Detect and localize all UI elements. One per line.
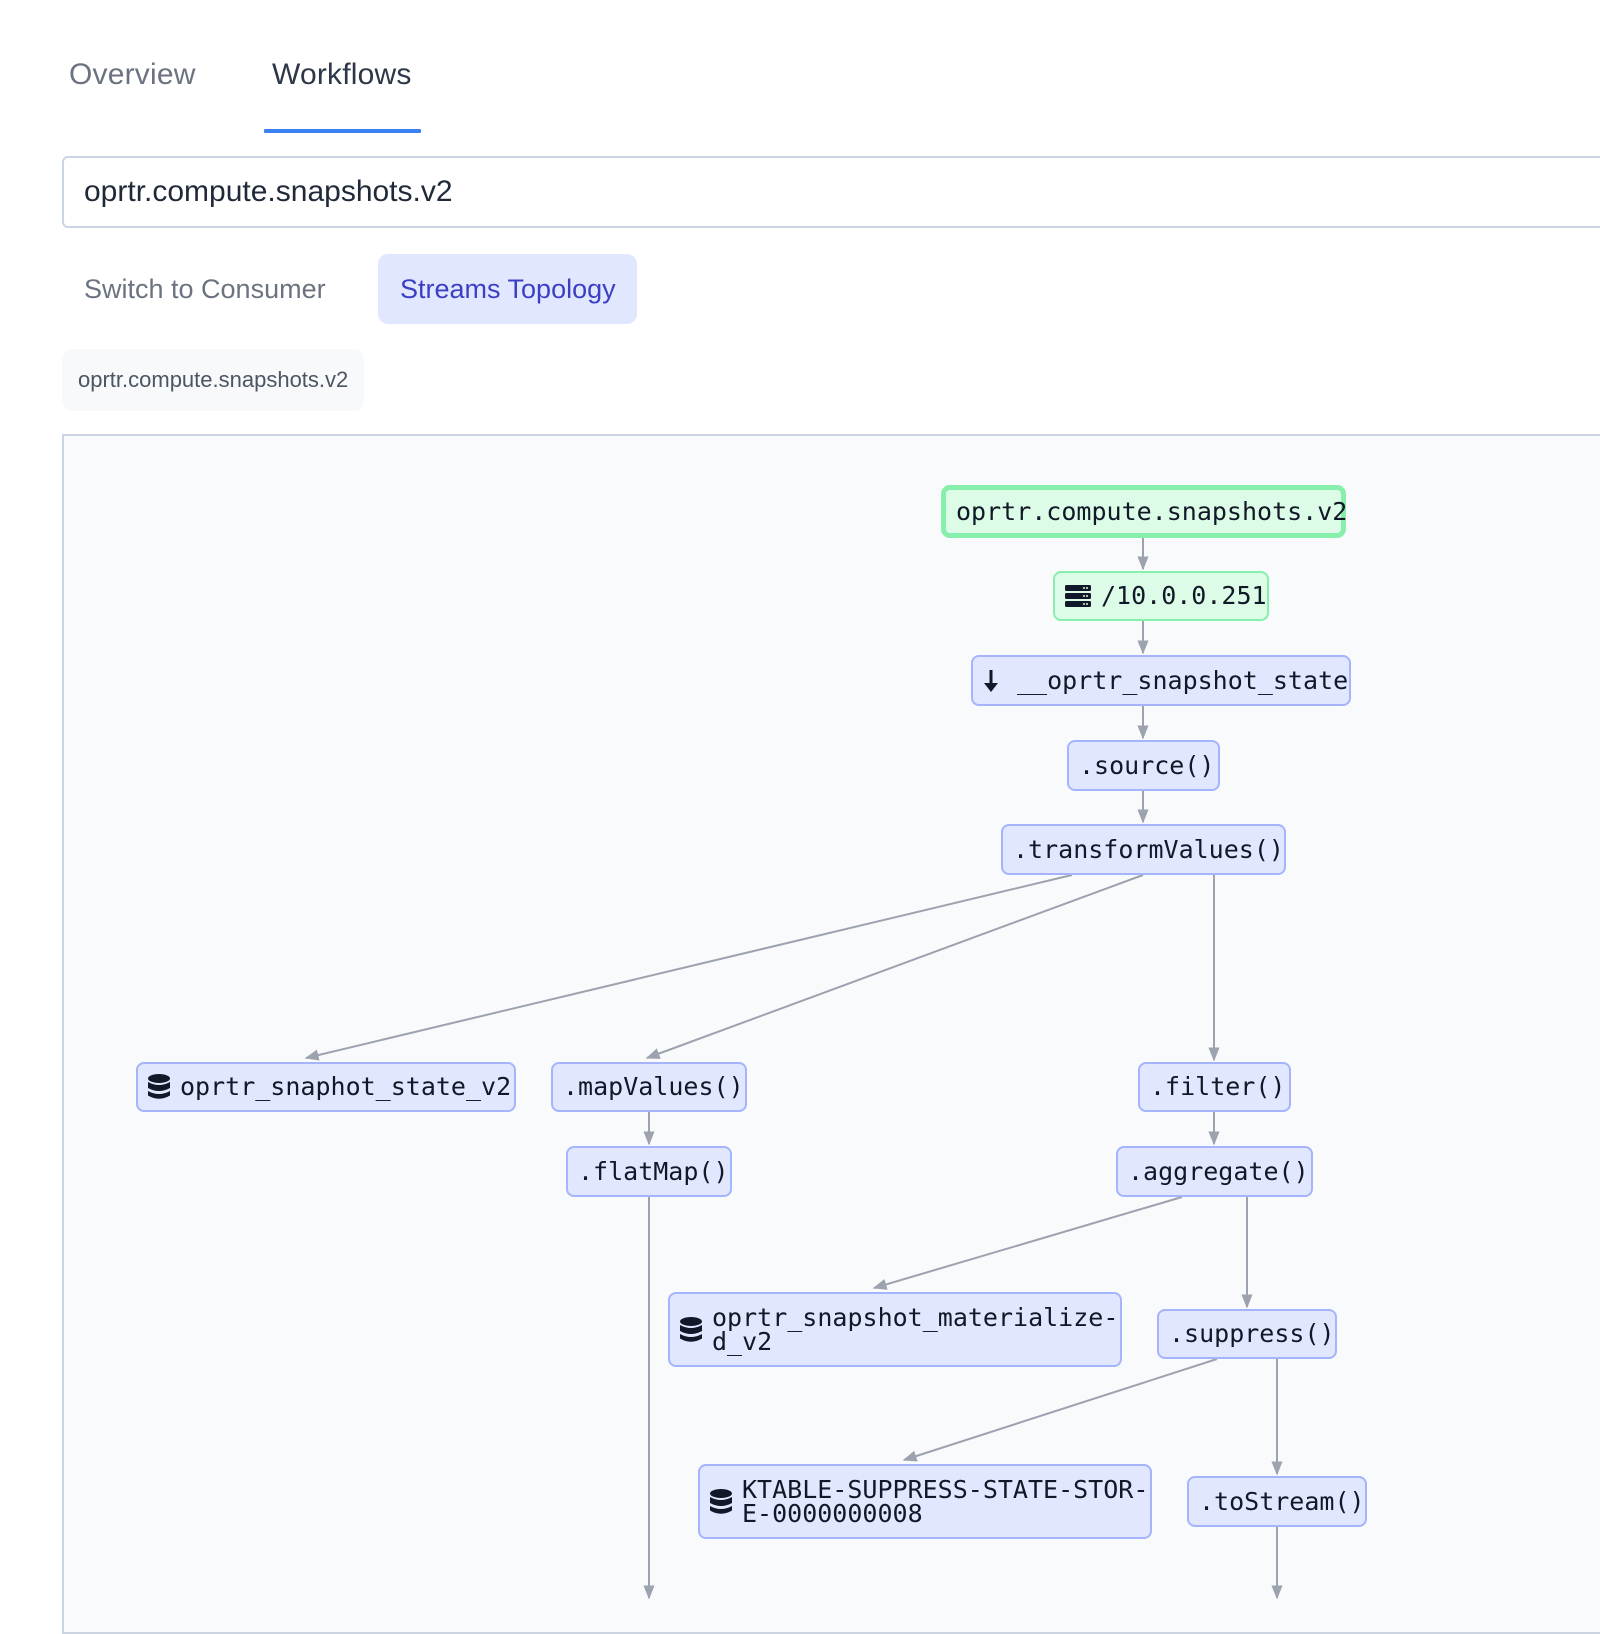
active-tab-indicator (264, 129, 421, 133)
node-host[interactable]: /10.0.0.251 (1053, 571, 1269, 621)
node-label: .suppress() (1169, 1319, 1335, 1348)
node-label: KTABLE-SUPPRESS-STATE-STOR- E-0000000008 (742, 1474, 1149, 1528)
tab-workflows[interactable]: Workflows (272, 58, 412, 92)
node-mapValues[interactable]: .mapValues() (551, 1062, 747, 1112)
switch-to-consumer-button[interactable]: Switch to Consumer (62, 254, 348, 324)
node-label: .aggregate() (1128, 1156, 1309, 1186)
node-label: __oprtr_snapshot_state (1017, 665, 1349, 695)
server-icon (1065, 585, 1091, 607)
tab-overview[interactable]: Overview (69, 58, 196, 92)
node-label: oprtr_snaphot_state_v2 (180, 1072, 512, 1101)
node-store2[interactable]: oprtr_snapshot_materialize- d_v2 (668, 1292, 1122, 1367)
selected-topic-chip[interactable]: oprtr.compute.snapshots.v2 (62, 349, 365, 411)
node-store1[interactable]: oprtr_snaphot_state_v2 (136, 1062, 516, 1112)
node-label: oprtr.compute.snapshots.v2 (956, 496, 1348, 526)
node-label: .toStream() (1199, 1486, 1365, 1516)
node-transformValues[interactable]: .transformValues() (1001, 824, 1286, 875)
arrow-down-icon (983, 669, 999, 693)
node-store3[interactable]: KTABLE-SUPPRESS-STATE-STOR- E-0000000008 (698, 1464, 1152, 1539)
node-label: .transformValues() (1013, 834, 1284, 864)
node-label: .flatMap() (578, 1156, 729, 1186)
node-aggregate[interactable]: .aggregate() (1116, 1146, 1313, 1197)
node-filter[interactable]: .filter() (1138, 1062, 1291, 1112)
node-label: .mapValues() (563, 1072, 744, 1101)
streams-topology-button[interactable]: Streams Topology (378, 254, 637, 324)
node-flatMap[interactable]: .flatMap() (566, 1146, 732, 1197)
topic-search-input[interactable] (62, 156, 1600, 228)
node-suppress[interactable]: .suppress() (1157, 1309, 1337, 1359)
database-icon (710, 1488, 732, 1515)
node-toStream[interactable]: .toStream() (1187, 1476, 1367, 1527)
node-source[interactable]: .source() (1067, 740, 1220, 791)
node-label: oprtr_snapshot_materialize- d_v2 (712, 1302, 1119, 1356)
node-label: /10.0.0.251 (1101, 581, 1267, 610)
node-topic[interactable]: oprtr.compute.snapshots.v2 (941, 485, 1348, 538)
node-label: .filter() (1150, 1072, 1286, 1101)
database-icon (680, 1316, 702, 1343)
database-icon (148, 1074, 170, 1100)
node-state[interactable]: __oprtr_snapshot_state (971, 655, 1351, 706)
node-label: .source() (1079, 750, 1215, 780)
topology-graph-canvas[interactable] (62, 434, 1600, 1634)
